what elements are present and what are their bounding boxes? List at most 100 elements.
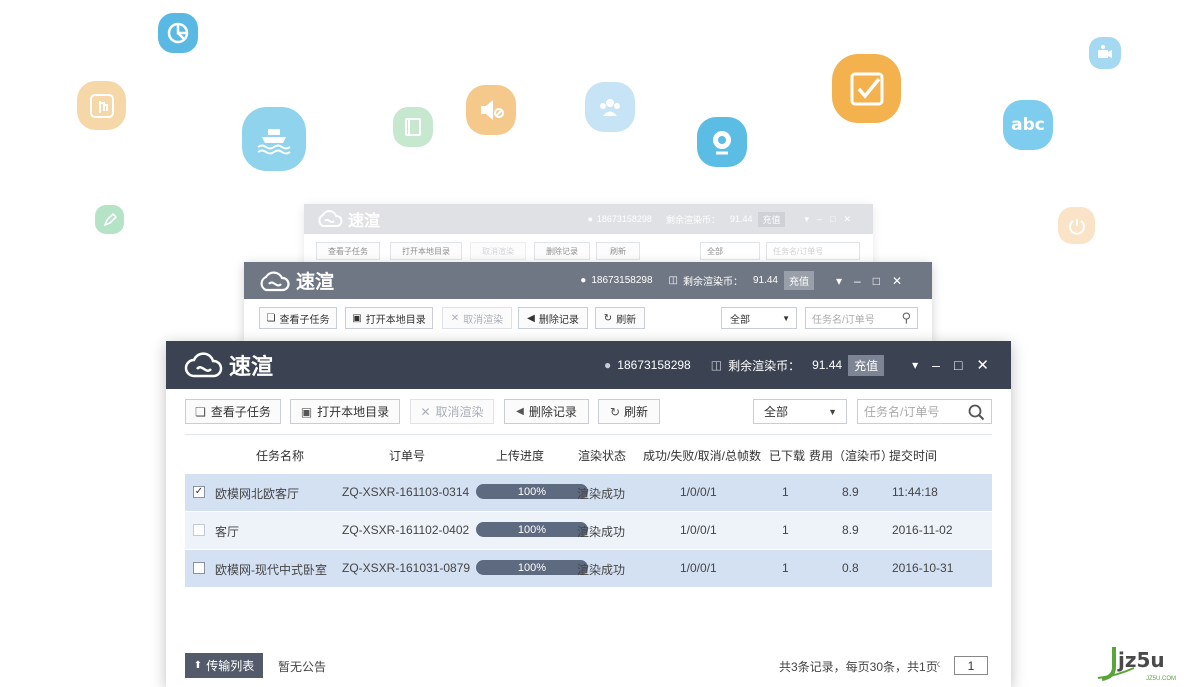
back-recharge-button[interactable]: 充值 [758, 211, 785, 227]
prev-page-icon[interactable]: ‹ [936, 655, 941, 671]
col-task-name: 任务名称 [256, 449, 305, 463]
mid-recharge-button[interactable]: 充值 [784, 271, 814, 290]
submit-time: 11:44:18 [892, 485, 938, 499]
frames-summary: 1/0/0/1 [680, 561, 717, 575]
back-filter-value: 全部 [707, 246, 723, 256]
chevron-down-icon: ▼ [828, 406, 837, 417]
main-logo-text: 速渲 [229, 355, 274, 380]
back-cancel-button[interactable]: 取消渲染 [470, 242, 526, 260]
search-icon: ⚲ [901, 310, 911, 325]
notebook-icon [393, 107, 433, 147]
mid-filter-select[interactable]: 全部 ▼ [721, 307, 797, 329]
mid-view-subtasks-label: 查看子任务 [279, 314, 330, 326]
coins-icon: ◫ [668, 275, 678, 286]
col-frames: 成功/失败/取消/总帧数 [643, 449, 762, 463]
upload-progress-value: 100% [517, 523, 547, 536]
downloaded-count: 1 [782, 485, 789, 499]
back-open-dir-button[interactable]: 打开本地目录 [390, 242, 462, 260]
back-logo-text: 速渲 [348, 211, 381, 230]
task-name: 欧模网-现代中式卧室 [215, 563, 327, 577]
search-placeholder: 任务名/订单号 [864, 405, 940, 419]
maximize-icon[interactable]: □ [954, 357, 962, 373]
cancel-render-button[interactable]: ✕ 取消渲染 [410, 399, 494, 424]
cancel-icon: ✕ [450, 312, 460, 324]
mid-search-input[interactable]: 任务名/订单号 ⚲ [805, 307, 918, 329]
mid-delete-label: 删除记录 [538, 314, 579, 326]
back-credit-value: 91.44 [729, 214, 753, 224]
upload-arrow-icon: ⬆ [193, 660, 203, 671]
back-delete-button[interactable]: 删除记录 [534, 242, 590, 260]
mid-credit-label: 剩余渲染币： [682, 277, 743, 288]
back-refresh-button[interactable]: 刷新 [596, 242, 640, 260]
camera-icon [1089, 37, 1121, 69]
task-name: 欧模网北欧客厅 [215, 487, 300, 501]
user-icon: ● [587, 214, 593, 224]
back-window-controls[interactable]: ▾–□✕ [805, 214, 860, 225]
back-credit-label: 剩余渲染币： [665, 214, 720, 225]
power-icon [1058, 207, 1095, 244]
folder-icon: ▣ [300, 404, 313, 419]
cloud-logo-icon [318, 210, 343, 227]
col-render-status: 渲染状态 [578, 449, 627, 463]
close-icon[interactable]: ✕ [976, 356, 989, 374]
back-search-placeholder: 任务名/订单号 [773, 246, 824, 256]
back-search-input[interactable]: 任务名/订单号 [766, 242, 860, 260]
touch-icon [77, 81, 126, 130]
mid-open-dir-button[interactable]: ▣ 打开本地目录 [345, 307, 433, 329]
watermark-subtext: JZ5U.COM [1146, 676, 1176, 682]
cloud-logo-icon [260, 271, 290, 291]
upload-progress-value: 100% [517, 485, 547, 498]
abc-icon: abc [1003, 100, 1053, 150]
col-downloaded: 已下载 [769, 449, 806, 463]
back-window: 速渲 ● 18673158298 剩余渲染币： 91.44 充值 ▾–□✕ 查看… [304, 204, 873, 268]
back-filter-select[interactable]: 全部 [700, 242, 760, 260]
table-row[interactable]: ✓ 欧模网北欧客厅 ZQ-XSXR-161103-0314 100% 渲染成功 … [185, 474, 992, 511]
status-filter-select[interactable]: 全部 ▼ [753, 399, 847, 424]
upload-progress-bar: 100% [476, 560, 588, 575]
mid-delete-button[interactable]: ◀ 删除记录 [518, 307, 588, 329]
back-view-subtasks-button[interactable]: 查看子任务 [316, 242, 380, 260]
col-upload-progress: 上传进度 [496, 449, 545, 463]
view-subtasks-button[interactable]: ❏ 查看子任务 [185, 399, 281, 424]
row-checkbox[interactable]: ✓ [193, 486, 205, 498]
mid-refresh-label: 刷新 [616, 314, 637, 326]
frames-summary: 1/0/0/1 [680, 523, 717, 537]
order-no: ZQ-XSXR-161103-0314 [342, 485, 470, 499]
order-no: ZQ-XSXR-161031-0879 [342, 561, 471, 575]
watermark-text: jz5u [1118, 648, 1165, 672]
pie-chart-icon [158, 13, 198, 53]
order-no: ZQ-XSXR-161102-0402 [342, 523, 470, 537]
delete-record-label: 删除记录 [528, 405, 577, 419]
ship-icon [242, 107, 306, 171]
open-local-dir-button[interactable]: ▣ 打开本地目录 [290, 399, 400, 424]
page-number-input[interactable]: 1 [954, 656, 988, 675]
row-checkbox[interactable] [193, 562, 205, 574]
minimize-icon[interactable]: – [932, 357, 940, 373]
coins-icon: ◫ [710, 358, 723, 372]
mid-cancel-button[interactable]: ✕ 取消渲染 [442, 307, 512, 329]
table-row[interactable]: 欧模网-现代中式卧室 ZQ-XSXR-161031-0879 100% 渲染成功… [185, 550, 992, 587]
row-checkbox[interactable] [193, 524, 205, 536]
col-cost: 费用（渲染币） [809, 449, 894, 463]
table-row[interactable]: 客厅 ZQ-XSXR-161102-0402 100% 渲染成功 1/0/0/1… [185, 512, 992, 549]
mid-window-controls[interactable]: ▾–□✕ [836, 274, 914, 288]
submit-time: 2016-10-31 [892, 561, 954, 575]
main-recharge-button[interactable]: 充值 [848, 354, 885, 376]
refresh-button[interactable]: ↻ 刷新 [598, 399, 660, 424]
search-icon[interactable] [968, 404, 985, 421]
transfer-list-button[interactable]: ⬆ 传输列表 [185, 653, 263, 678]
transfer-list-label: 传输列表 [206, 659, 255, 673]
subtask-icon: ❏ [195, 404, 206, 419]
dropdown-menu-icon[interactable]: ▾ [912, 358, 918, 372]
mid-view-subtasks-button[interactable]: ❏ 查看子任务 [259, 307, 337, 329]
main-title-bar: 速渲 ● 18673158298 ◫ 剩余渲染币： 91.44 充值 ▾ – □… [166, 341, 1011, 389]
back-logo: 速渲 [316, 207, 380, 231]
col-submit-time: 提交时间 [889, 449, 938, 463]
mid-refresh-button[interactable]: ↻ 刷新 [595, 307, 645, 329]
chevron-down-icon: ▼ [782, 313, 790, 323]
user-icon: ● [604, 358, 612, 372]
pencil-icon [95, 205, 124, 234]
delete-record-button[interactable]: ◀ 删除记录 [504, 399, 589, 424]
search-input[interactable]: 任务名/订单号 [857, 399, 992, 424]
mid-title-bar: 速渲 ● 18673158298 ◫ 剩余渲染币： 91.44 充值 ▾–□✕ [244, 262, 932, 299]
